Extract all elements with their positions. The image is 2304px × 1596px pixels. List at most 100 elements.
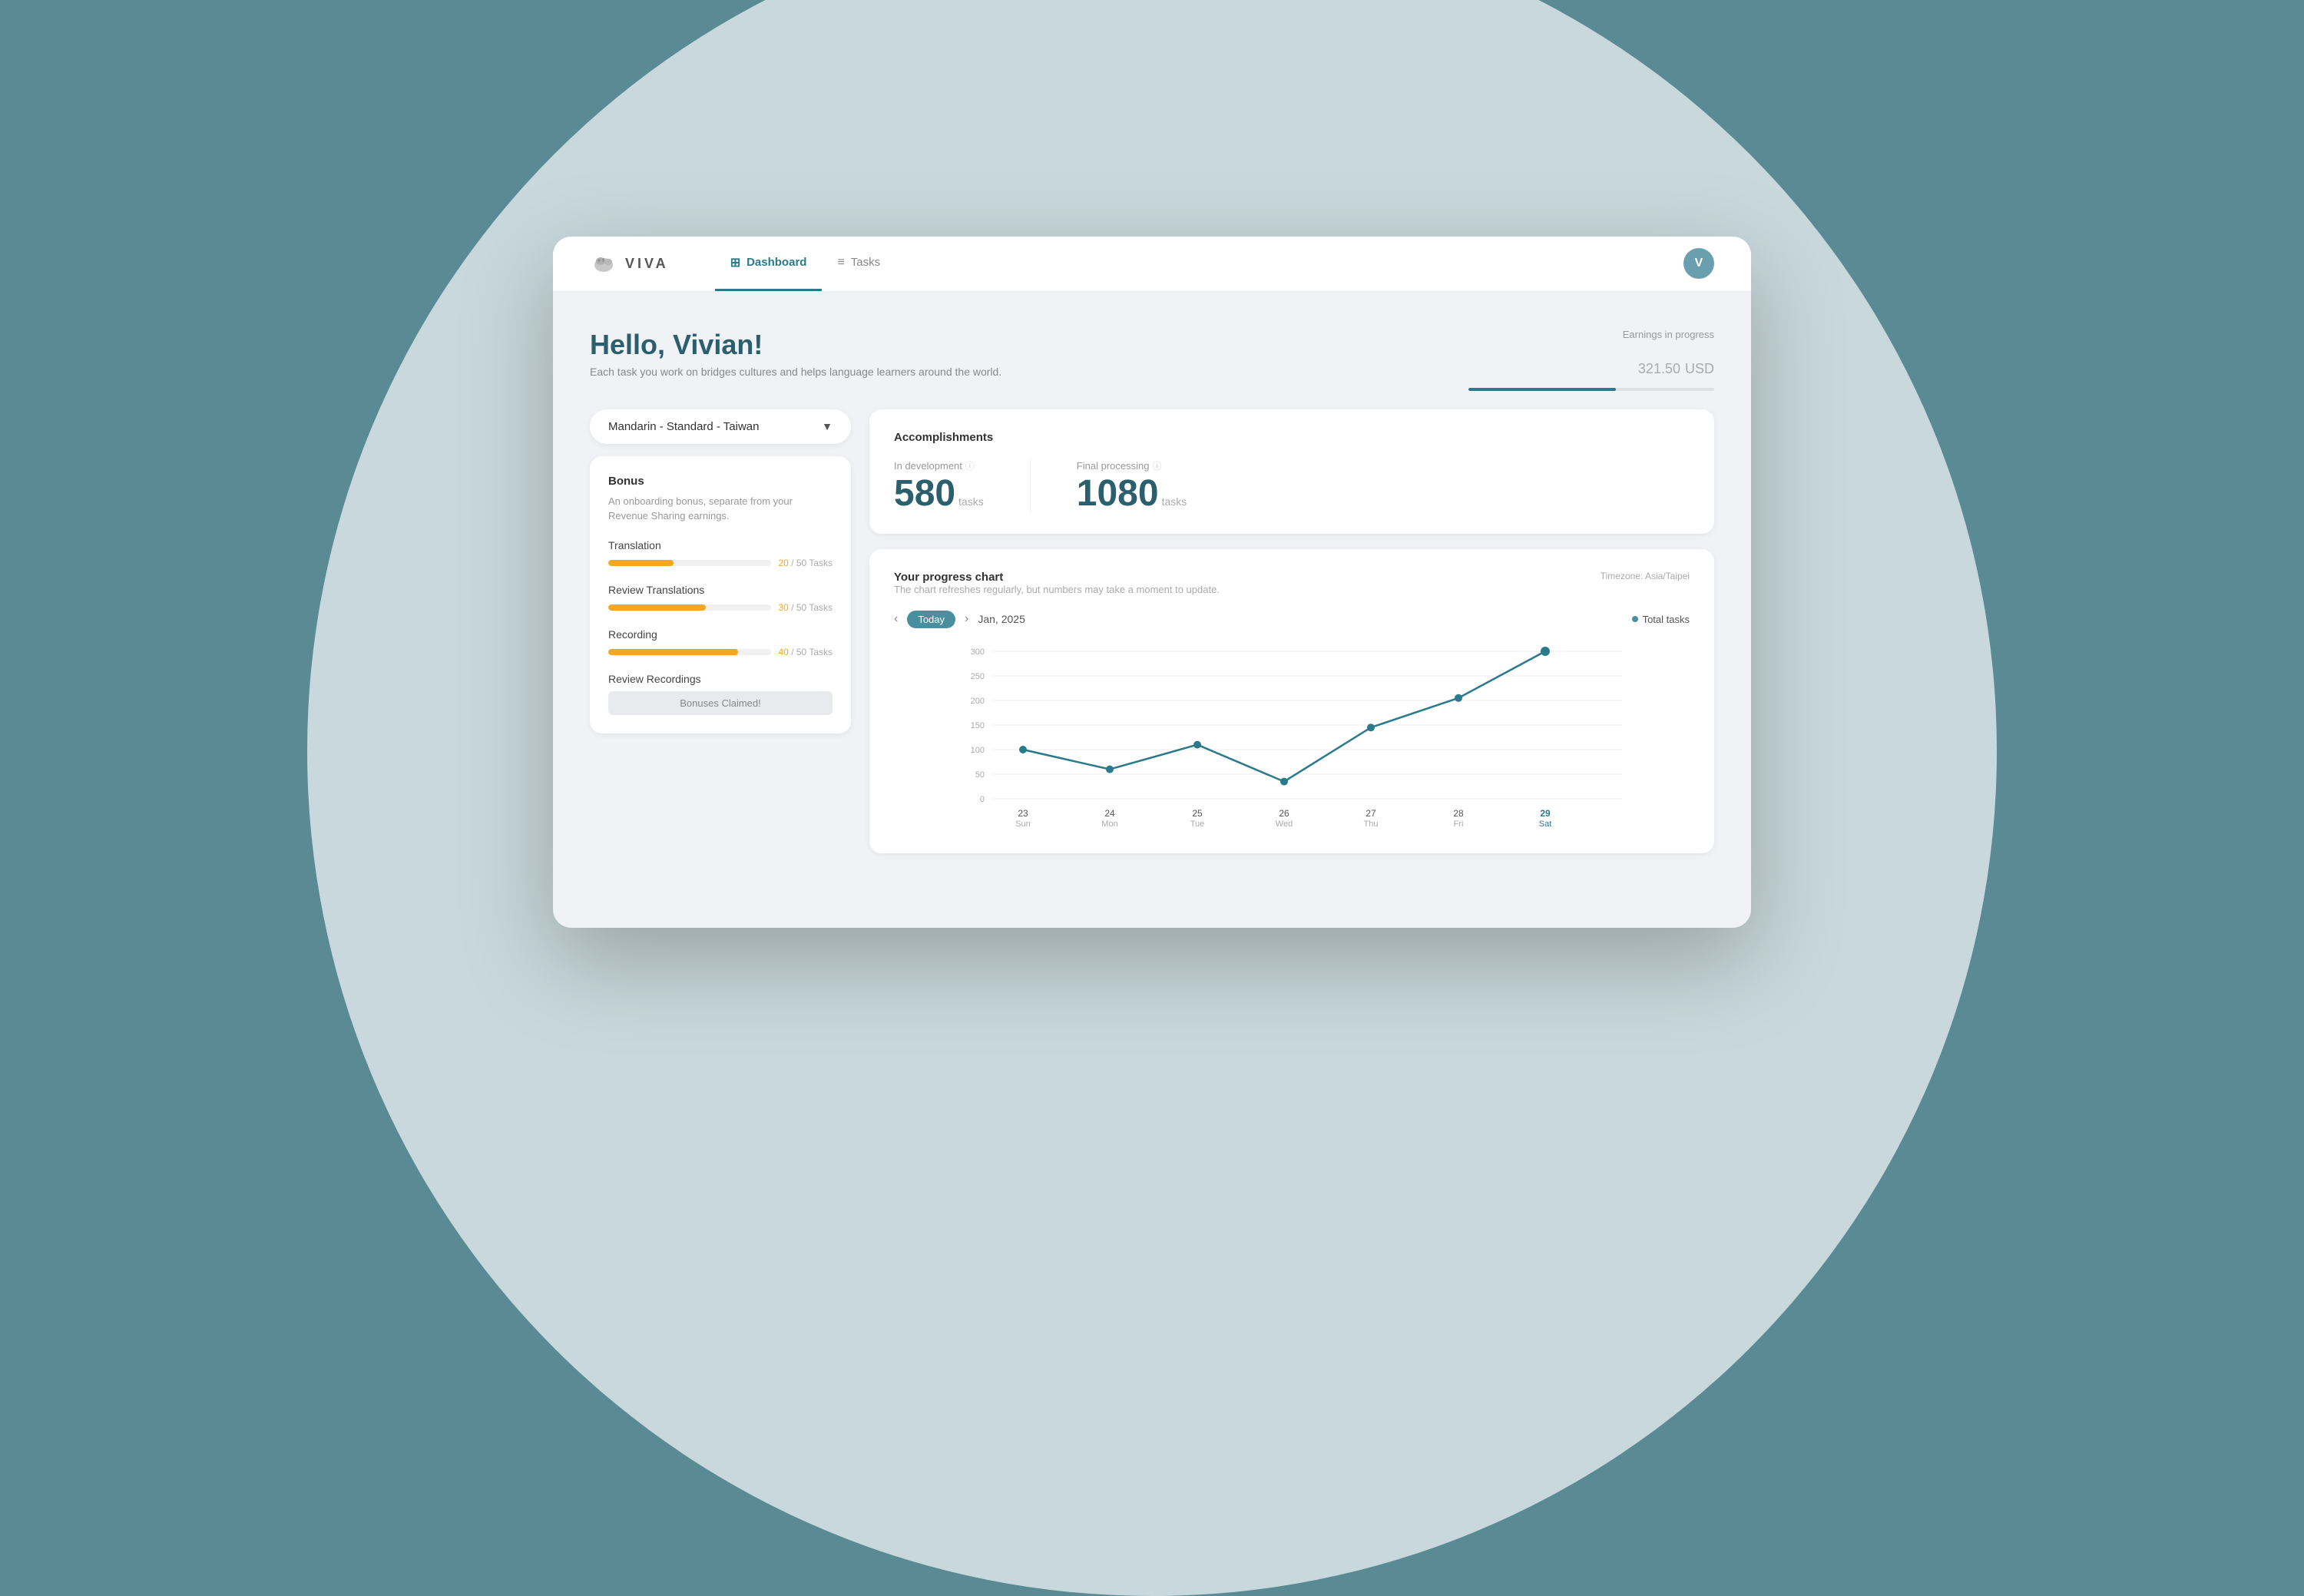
language-selector-text: Mandarin - Standard - Taiwan [608,420,760,433]
right-column: Accomplishments In development ⓘ 580task… [869,409,1714,853]
acc-label-final-processing: Final processing ⓘ [1077,459,1187,472]
task-bar-bg-review-translations [608,604,771,611]
task-progress-recording: 40 / 50 Tasks [608,647,833,657]
earnings-box: Earnings in progress 321.50 USD [1468,329,1714,391]
greeting-subtitle: Each task you work on bridges cultures a… [590,366,1001,378]
task-progress-translation: 20 / 50 Tasks [608,558,833,568]
svg-text:24: 24 [1104,808,1115,819]
language-selector[interactable]: Mandarin - Standard - Taiwan ▼ [590,409,851,444]
svg-text:150: 150 [971,721,985,730]
chart-subtitle: The chart refreshes regularly, but numbe… [894,584,1220,595]
bonus-title: Bonus [608,475,833,488]
logo-text: ViVA [625,256,669,272]
dashboard-icon: ⊞ [730,255,740,270]
task-name-translation: Translation [608,539,833,551]
acc-divider [1030,459,1031,512]
greeting-area: Hello, Vivian! Each task you work on bri… [590,329,1001,378]
logo-icon [590,250,617,277]
task-count-review-translations: 30 / 50 Tasks [779,602,833,613]
legend-label: Total tasks [1643,614,1690,625]
topbar-right: V [1683,248,1714,279]
bonuses-claimed-badge: Bonuses Claimed! [608,691,833,715]
svg-text:300: 300 [971,647,985,657]
task-item-review-translations: Review Translations 30 / 50 Tasks [608,584,833,613]
task-bar-bg-translation [608,560,771,566]
svg-text:Fri: Fri [1454,820,1464,828]
svg-text:25: 25 [1192,808,1203,819]
task-progress-review-translations: 30 / 50 Tasks [608,602,833,613]
task-bar-fill-translation [608,560,674,566]
svg-text:26: 26 [1279,808,1289,819]
svg-text:29: 29 [1540,808,1551,819]
task-count-translation: 20 / 50 Tasks [779,558,833,568]
earnings-amount: 321.50 USD [1468,343,1714,382]
svg-text:Thu: Thu [1364,820,1379,828]
accomplishments-card: Accomplishments In development ⓘ 580task… [869,409,1714,534]
svg-text:23: 23 [1018,808,1028,819]
main-content: Hello, Vivian! Each task you work on bri… [553,292,1751,884]
svg-text:Sat: Sat [1539,820,1552,828]
chart-svg-container: 300 250 200 150 100 50 0 [894,644,1690,832]
greeting-title: Hello, Vivian! [590,329,1001,361]
legend-dot [1632,616,1638,622]
avatar[interactable]: V [1683,248,1714,279]
task-item-review-recordings: Review Recordings Bonuses Claimed! [608,673,833,715]
task-name-recording: Recording [608,628,833,641]
chevron-down-icon: ▼ [822,420,833,432]
accomplishments-title: Accomplishments [894,431,1690,444]
chart-title-area: Your progress chart The chart refreshes … [894,571,1220,608]
today-badge[interactable]: Today [907,611,955,628]
tab-dashboard[interactable]: ⊞ Dashboard [715,237,823,292]
acc-value-final-processing: 1080tasks [1077,475,1187,512]
logo-area: ViVA [590,250,669,277]
chart-prev-button[interactable]: ‹ [894,612,898,626]
svg-text:0: 0 [980,795,985,804]
chart-title: Your progress chart [894,571,1220,584]
svg-text:250: 250 [971,672,985,681]
progress-chart-svg: 300 250 200 150 100 50 0 [894,644,1690,828]
task-bar-bg-recording [608,649,771,655]
earnings-bar [1468,388,1714,391]
acc-value-in-development: 580tasks [894,475,984,512]
info-icon-development: ⓘ [965,459,975,472]
header-row: Hello, Vivian! Each task you work on bri… [590,329,1714,391]
tab-tasks[interactable]: ≡ Tasks [822,237,895,292]
tasks-icon: ≡ [837,256,844,270]
chart-next-button[interactable]: › [965,612,968,626]
task-count-recording: 40 / 50 Tasks [779,647,833,657]
svg-text:Tue: Tue [1190,820,1205,828]
info-icon-processing: ⓘ [1152,459,1161,472]
svg-text:Mon: Mon [1101,820,1117,828]
bonus-description: An onboarding bonus, separate from your … [608,494,833,524]
svg-text:Sun: Sun [1015,820,1031,828]
tab-dashboard-label: Dashboard [746,256,806,269]
bonus-card: Bonus An onboarding bonus, separate from… [590,456,851,733]
task-item-recording: Recording 40 / 50 Tasks [608,628,833,657]
task-name-review-recordings: Review Recordings [608,673,833,685]
chart-card: Your progress chart The chart refreshes … [869,549,1714,853]
acc-item-final-processing: Final processing ⓘ 1080tasks [1077,459,1187,512]
chart-timezone: Timezone: Asia/Taipei [1601,571,1690,581]
svg-text:200: 200 [971,697,985,706]
earnings-value: 321.50 [1638,361,1680,376]
acc-item-in-development: In development ⓘ 580tasks [894,459,984,512]
left-column: Mandarin - Standard - Taiwan ▼ Bonus An … [590,409,851,853]
svg-text:Wed: Wed [1276,820,1293,828]
app-window: ViVA ⊞ Dashboard ≡ Tasks V Hello, Vivian… [553,237,1751,928]
task-item-translation: Translation 20 / 50 Tasks [608,539,833,568]
nav-tabs: ⊞ Dashboard ≡ Tasks [715,237,1653,292]
task-bar-fill-review-translations [608,604,706,611]
chart-header: Your progress chart The chart refreshes … [894,571,1690,608]
earnings-label: Earnings in progress [1468,329,1714,340]
svg-text:27: 27 [1366,808,1376,819]
chart-legend: Total tasks [1632,614,1690,625]
tab-tasks-label: Tasks [851,256,880,269]
svg-text:28: 28 [1453,808,1464,819]
two-col-layout: Mandarin - Standard - Taiwan ▼ Bonus An … [590,409,1714,853]
svg-text:50: 50 [975,770,985,780]
task-name-review-translations: Review Translations [608,584,833,596]
chart-month: Jan, 2025 [978,613,1025,625]
chart-navigation: ‹ Today › Jan, 2025 Total tasks [894,611,1690,628]
svg-text:100: 100 [971,746,985,755]
earnings-currency: USD [1685,361,1714,376]
